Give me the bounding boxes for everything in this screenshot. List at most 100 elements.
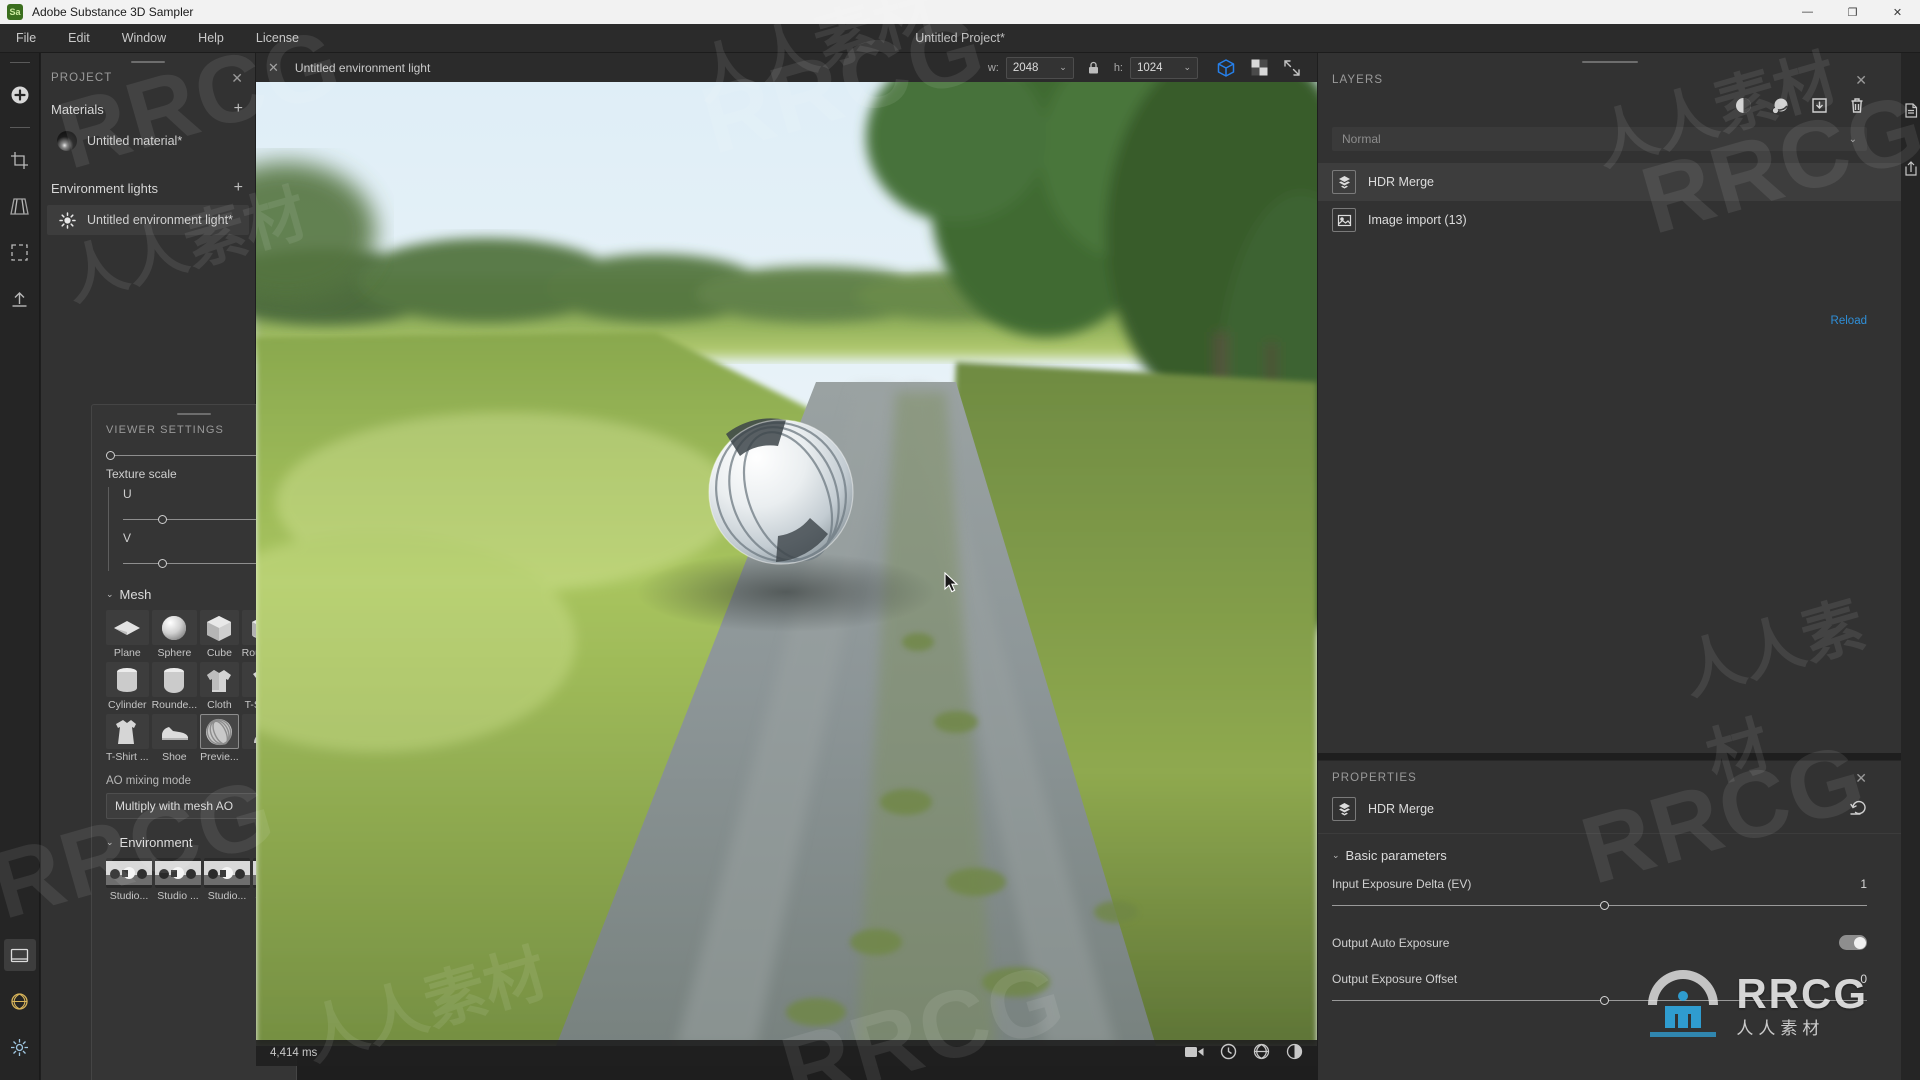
filter-icon[interactable] xyxy=(1771,95,1791,115)
tshirt2-mesh-icon[interactable] xyxy=(106,714,149,749)
reset-parameters-icon[interactable] xyxy=(1850,800,1867,819)
sphere-mesh-icon[interactable] xyxy=(151,610,198,645)
v-label: V xyxy=(123,531,132,545)
width-select[interactable]: 2048 ⌄ xyxy=(1005,56,1074,79)
hdr-merge-icon xyxy=(1332,170,1356,194)
chevron-down-icon: ⌄ xyxy=(1183,62,1191,72)
properties-layer-name: HDR Merge xyxy=(1368,802,1434,816)
close-icon[interactable]: ✕ xyxy=(268,60,279,76)
shading-icon[interactable] xyxy=(1286,1043,1303,1063)
delete-layer-icon[interactable] xyxy=(1847,95,1867,115)
preview-sphere-mesh-icon[interactable] xyxy=(200,714,239,749)
selection-icon[interactable] xyxy=(4,236,36,268)
cube-mesh-icon[interactable] xyxy=(200,610,239,645)
mesh-label: Previe... xyxy=(200,751,239,763)
list-item-material[interactable]: Untitled material* xyxy=(47,126,249,156)
close-icon[interactable]: ✕ xyxy=(1855,771,1867,785)
checker-2d-view-icon[interactable] xyxy=(1246,56,1272,80)
close-icon[interactable]: ✕ xyxy=(231,71,243,85)
cube-3d-view-icon[interactable] xyxy=(1213,56,1239,80)
shoe-mesh-icon[interactable] xyxy=(151,714,198,749)
environment-globe-icon[interactable] xyxy=(1253,1043,1270,1063)
rounded-cylinder-mesh-icon[interactable] xyxy=(151,662,198,697)
slider-knob[interactable] xyxy=(157,515,167,524)
add-material-button[interactable]: + xyxy=(234,101,243,117)
globe-icon[interactable] xyxy=(4,985,36,1017)
menu-window[interactable]: Window xyxy=(106,24,182,53)
close-button[interactable]: ✕ xyxy=(1875,0,1920,24)
menu-file[interactable]: File xyxy=(0,24,52,53)
slider-knob[interactable] xyxy=(157,559,167,568)
window-titlebar: Sa Adobe Substance 3D Sampler — ❐ ✕ xyxy=(0,0,1920,24)
add-environment-light-button[interactable]: + xyxy=(234,180,243,196)
list-item-environment-light[interactable]: Untitled environment light* xyxy=(47,205,249,235)
environment-thumbnail[interactable] xyxy=(155,858,201,888)
adjustment-icon[interactable] xyxy=(1733,95,1753,115)
mesh-label: Plane xyxy=(113,647,141,659)
blend-mode-select[interactable]: Normal ⌄ xyxy=(1332,127,1867,151)
rail-divider-top xyxy=(9,62,30,63)
basic-parameters-label: Basic parameters xyxy=(1345,848,1447,863)
slider-knob[interactable] xyxy=(1599,901,1609,910)
watermark-logo: RRCG 人人素材 xyxy=(1640,962,1868,1048)
mesh-label: Sphere xyxy=(157,647,192,659)
export-document-icon[interactable] xyxy=(1901,95,1920,125)
mesh-cell: Rounde... xyxy=(151,662,198,711)
menu-license[interactable]: License xyxy=(240,24,315,53)
close-icon[interactable]: ✕ xyxy=(1855,73,1867,87)
environment-thumbnail[interactable] xyxy=(106,858,152,888)
perspective-icon[interactable] xyxy=(4,190,36,222)
properties-panel-title: PROPERTIES xyxy=(1332,772,1417,784)
layer-row-hdr-merge[interactable]: HDR Merge xyxy=(1318,163,1901,201)
cloth-mesh-icon[interactable] xyxy=(200,662,239,697)
camera-icon[interactable] xyxy=(1185,1045,1204,1062)
environment-thumbnail[interactable] xyxy=(204,858,250,888)
mesh-label: Cloth xyxy=(207,699,232,711)
mesh-label: Cube xyxy=(206,647,232,659)
basic-parameters-header[interactable]: ⌄ Basic parameters xyxy=(1332,848,1867,863)
lighting-icon[interactable] xyxy=(1220,1043,1237,1063)
reload-link[interactable]: Reload xyxy=(1831,315,1867,327)
mesh-cell: Shoe xyxy=(151,714,198,763)
environment-label: Studio ... xyxy=(157,890,199,902)
rail-bottom-group xyxy=(3,932,36,1080)
chevron-down-icon: ⌄ xyxy=(1848,133,1857,145)
viewport-3d-render[interactable] xyxy=(256,82,1317,1046)
cylinder-mesh-icon[interactable] xyxy=(106,662,149,697)
share-upload-icon[interactable] xyxy=(1901,153,1920,183)
viewer-icon[interactable] xyxy=(3,939,36,971)
mesh-cell: T-Shirt ... xyxy=(106,714,149,763)
slider-knob[interactable] xyxy=(106,451,115,460)
left-toolbar-rail xyxy=(0,53,40,1080)
plane-mesh-icon[interactable] xyxy=(106,610,149,645)
mesh-cell: Plane xyxy=(106,610,149,659)
slider-knob[interactable] xyxy=(1599,996,1609,1005)
image-import-icon xyxy=(1332,208,1356,232)
environment-lights-section-header: Environment lights + xyxy=(41,174,255,202)
environment-label: Environment xyxy=(119,835,193,850)
layers-panel: LAYERS ✕ Normal ⌄ HDR Merge Image import… xyxy=(1318,53,1901,753)
lock-aspect-icon[interactable] xyxy=(1081,56,1107,80)
mesh-cell: Sphere xyxy=(151,610,198,659)
output-auto-exposure-toggle[interactable] xyxy=(1839,935,1867,950)
settings-icon[interactable] xyxy=(4,1031,36,1063)
minimize-button[interactable]: — xyxy=(1785,0,1830,24)
add-icon[interactable] xyxy=(4,79,36,111)
project-panel-title: PROJECT xyxy=(51,72,113,84)
environment-cell: Studio... xyxy=(106,858,152,902)
menu-edit[interactable]: Edit xyxy=(52,24,106,53)
import-layer-icon[interactable] xyxy=(1809,95,1829,115)
height-select[interactable]: 1024 ⌄ xyxy=(1130,56,1198,79)
watermark-logo-text: RRCG xyxy=(1736,970,1868,1017)
fullscreen-icon[interactable] xyxy=(1279,56,1305,80)
layer-row-image-import[interactable]: Image import (13) xyxy=(1318,201,1901,239)
input-exposure-delta-slider[interactable] xyxy=(1332,899,1867,913)
input-exposure-delta-value: 1 xyxy=(1860,877,1867,891)
menu-help[interactable]: Help xyxy=(182,24,240,53)
mesh-cell: Cylinder xyxy=(106,662,149,711)
crop-icon[interactable] xyxy=(4,144,36,176)
maximize-button[interactable]: ❐ xyxy=(1830,0,1875,24)
environment-cell: Studio ... xyxy=(155,858,201,902)
import-icon[interactable] xyxy=(4,282,36,314)
output-auto-exposure-row: Output Auto Exposure xyxy=(1332,935,1867,950)
